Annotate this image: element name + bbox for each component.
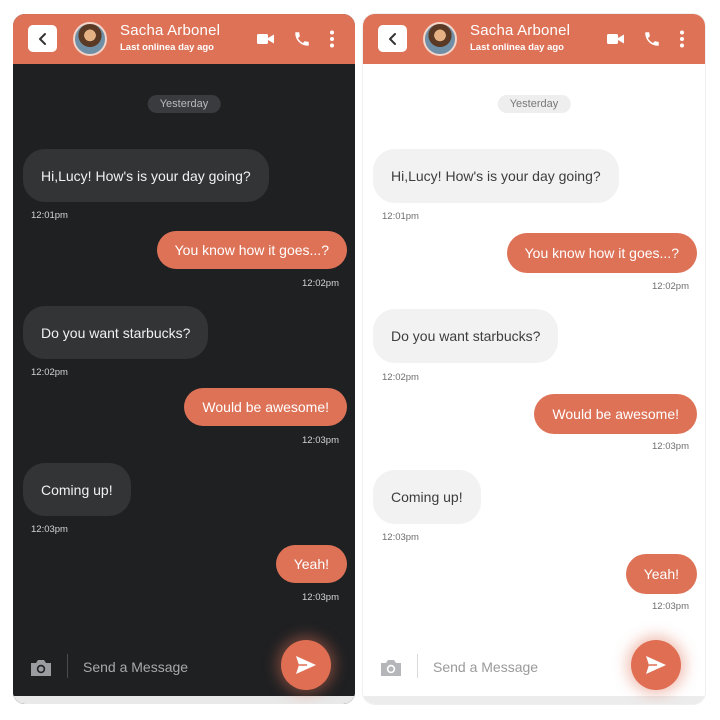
chat-header: Sacha Arbonel Last onlinea day ago: [13, 14, 355, 64]
send-button[interactable]: [631, 640, 681, 690]
video-camera-icon: [607, 34, 624, 44]
message-time: 12:03pm: [302, 592, 339, 603]
composer-divider: [417, 654, 418, 678]
message-composer: [13, 640, 355, 704]
message-bubble-received[interactable]: Hi,Lucy! How's is your day going?: [23, 149, 269, 202]
message-time: 12:03pm: [302, 435, 339, 446]
message-bubble-sent[interactable]: Yeah!: [275, 545, 347, 583]
message-bubble-sent[interactable]: Would be awesome!: [184, 388, 347, 426]
message-time: 12:03pm: [652, 441, 689, 452]
message-time: 12:03pm: [31, 524, 68, 535]
message-time: 12:02pm: [302, 278, 339, 289]
camera-button[interactable]: [29, 658, 53, 678]
message-bubble-received[interactable]: Do you want starbucks?: [373, 309, 559, 363]
video-camera-icon: [257, 34, 274, 44]
composer-divider: [67, 654, 68, 678]
avatar[interactable]: [73, 22, 107, 56]
date-separator: Yesterday: [497, 95, 571, 113]
video-call-button[interactable]: [255, 28, 277, 50]
message-time: 12:02pm: [31, 367, 68, 378]
send-icon: [296, 656, 316, 674]
chat-header: Sacha Arbonel Last onlinea day ago: [363, 14, 705, 64]
message-time: 12:02pm: [652, 281, 689, 292]
message-time: 12:02pm: [382, 372, 419, 383]
back-chevron-icon: [388, 32, 396, 45]
message-bubble-received[interactable]: Do you want starbucks?: [23, 306, 209, 359]
message-bubble-received[interactable]: Hi,Lucy! How's is your day going?: [373, 149, 619, 203]
back-button[interactable]: [378, 25, 407, 52]
voice-call-button[interactable]: [291, 28, 313, 50]
message-bubble-sent[interactable]: Would be awesome!: [534, 394, 697, 434]
message-bubble-sent[interactable]: Yeah!: [625, 554, 697, 594]
message-time: 12:01pm: [31, 210, 68, 221]
message-time: 12:01pm: [382, 211, 419, 222]
more-vert-icon: [680, 30, 684, 48]
chat-screen-light: Sacha Arbonel Last onlinea day ago Yeste…: [363, 14, 705, 704]
camera-button[interactable]: [379, 658, 403, 678]
more-vert-icon: [330, 30, 334, 48]
contact-name: Sacha Arbonel: [470, 22, 571, 39]
phone-icon: [645, 32, 659, 46]
message-time: 12:03pm: [652, 601, 689, 612]
back-chevron-icon: [38, 32, 46, 45]
back-button[interactable]: [28, 25, 57, 52]
send-icon: [646, 656, 666, 674]
contact-status: Last onlinea day ago: [470, 42, 564, 53]
message-bubble-sent[interactable]: You know how it goes...?: [506, 233, 697, 273]
video-call-button[interactable]: [605, 28, 627, 50]
camera-icon: [31, 660, 51, 676]
message-bubble-received[interactable]: Coming up!: [23, 463, 131, 516]
avatar[interactable]: [423, 22, 457, 56]
message-bubble-sent[interactable]: You know how it goes...?: [156, 231, 347, 269]
message-composer: [363, 640, 705, 704]
more-options-button[interactable]: [321, 28, 343, 50]
message-input[interactable]: [83, 654, 263, 680]
chat-screen-dark: Sacha Arbonel Last onlinea day ago Yeste…: [13, 14, 355, 704]
camera-icon: [381, 660, 401, 676]
phone-icon: [295, 32, 309, 46]
more-options-button[interactable]: [671, 28, 693, 50]
message-time: 12:03pm: [382, 532, 419, 543]
contact-name: Sacha Arbonel: [120, 22, 221, 39]
send-button[interactable]: [281, 640, 331, 690]
message-input[interactable]: [433, 654, 613, 680]
contact-status: Last onlinea day ago: [120, 42, 214, 53]
date-separator: Yesterday: [147, 95, 221, 113]
message-bubble-received[interactable]: Coming up!: [373, 470, 481, 524]
voice-call-button[interactable]: [641, 28, 663, 50]
